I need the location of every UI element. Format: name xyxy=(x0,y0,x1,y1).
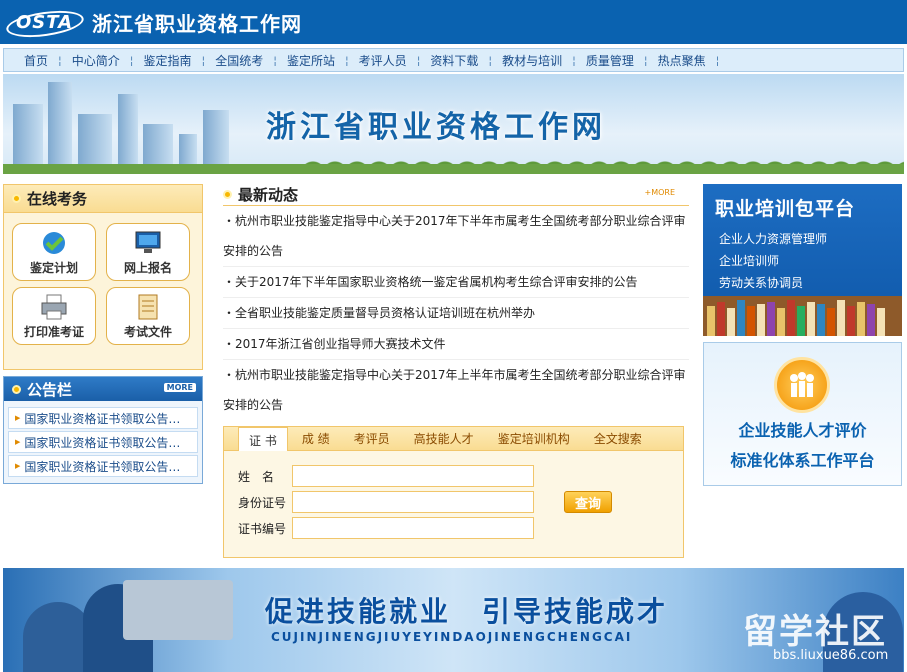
site-title: 浙江省职业资格工作网 xyxy=(92,11,302,36)
tab-high-skill[interactable]: 高技能人才 xyxy=(414,430,474,447)
nav-item[interactable]: 中心简介 xyxy=(72,52,120,69)
notice-more-link[interactable]: MORE xyxy=(163,383,196,392)
news-title: 最新动态 xyxy=(238,186,299,204)
certificate-query-panel: 证 书 成 绩 考评员 高技能人才 鉴定培训机构 全文搜索 姓 名 身份证号 证… xyxy=(223,426,684,558)
notice-item[interactable]: ▶ 国家职业资格证书领取公告… xyxy=(8,407,198,429)
banner-title: 浙江省职业资格工作网 xyxy=(266,110,606,145)
bullet-icon xyxy=(12,384,21,394)
nav-item[interactable]: 质量管理 xyxy=(586,52,634,69)
nav-separator: ¦ xyxy=(488,53,493,67)
service-print-button[interactable]: 打印准考证 xyxy=(12,287,96,345)
training-item[interactable]: 企业人力资源管理师 xyxy=(719,230,827,247)
online-exam-panel: 在线考务 鉴定计划 网上报名 打印准考证 考试文件 xyxy=(3,184,203,370)
certificate-number-input[interactable] xyxy=(292,517,534,539)
news-more-link[interactable]: +MORE xyxy=(644,188,675,197)
platform-line1: 企业技能人才评价 xyxy=(738,421,867,440)
nav-item[interactable]: 鉴定指南 xyxy=(143,52,191,69)
bullet-icon xyxy=(12,194,21,203)
people-icon xyxy=(774,357,830,413)
footer-banner: 促进技能就业 引导技能成才 CUJINJINENGJIUYEYINDAOJINE… xyxy=(3,568,904,672)
tab-fulltext-search[interactable]: 全文搜索 xyxy=(594,430,642,447)
notice-board-panel: 公告栏 MORE ▶ 国家职业资格证书领取公告… ▶ 国家职业资格证书领取公告… ▶… xyxy=(3,376,203,484)
nav-separator: ¦ xyxy=(344,53,349,67)
nav-separator: ¦ xyxy=(715,53,720,67)
arrow-right-icon: ▶ xyxy=(15,438,21,446)
tab-training-org[interactable]: 鉴定培训机构 xyxy=(498,430,570,447)
footer-slogan: 促进技能就业 引导技能成才 xyxy=(265,595,669,628)
document-icon xyxy=(138,294,158,320)
nav-item[interactable]: 鉴定所站 xyxy=(287,52,335,69)
arrow-right-icon: ▶ xyxy=(15,462,21,470)
nav-separator: ¦ xyxy=(58,53,62,67)
platform-line2: 标准化体系工作平台 xyxy=(730,451,875,470)
service-plan-button[interactable]: 鉴定计划 xyxy=(12,223,96,281)
training-package-banner[interactable]: 职业培训包平台 企业人力资源管理师 企业培训师 劳动关系协调员 xyxy=(703,184,902,336)
news-item[interactable]: ・杭州市职业技能鉴定指导中心关于2017年下半年市属考生全国统考部分职业综合评审… xyxy=(223,206,689,267)
watermark-url: bbs.liuxue86.com xyxy=(773,648,889,663)
tab-score[interactable]: 成 绩 xyxy=(302,430,330,447)
logo[interactable]: OSTA 浙江省职业资格工作网 xyxy=(4,6,302,42)
nav-separator: ¦ xyxy=(273,53,277,67)
arrow-right-icon: ▶ xyxy=(15,414,21,422)
training-item[interactable]: 企业培训师 xyxy=(719,252,779,269)
certificate-number-label: 证书编号 xyxy=(238,521,287,536)
site-header: OSTA 浙江省职业资格工作网 xyxy=(0,0,907,44)
news-item[interactable]: ・2017年浙江省创业指导师大赛技术文件 xyxy=(223,329,689,360)
nav-item[interactable]: 资料下载 xyxy=(430,52,478,69)
monitor-icon xyxy=(135,231,161,253)
skill-evaluation-platform-banner[interactable]: 企业技能人才评价 标准化体系工作平台 xyxy=(703,342,902,486)
nav-separator: ¦ xyxy=(572,53,576,67)
notice-item[interactable]: ▶ 国家职业资格证书领取公告… xyxy=(8,455,198,477)
top-banner: 浙江省职业资格工作网 xyxy=(3,74,904,174)
osta-logo-icon: OSTA xyxy=(4,6,86,42)
printer-icon xyxy=(41,294,67,320)
nav-separator: ¦ xyxy=(416,53,421,67)
bullet-icon xyxy=(223,190,232,199)
notice-item[interactable]: ▶ 国家职业资格证书领取公告… xyxy=(8,431,198,453)
training-title: 职业培训包平台 xyxy=(715,198,856,220)
nav-item[interactable]: 首页 xyxy=(24,52,48,69)
query-button[interactable]: 查询 xyxy=(564,491,612,513)
nav-item[interactable]: 热点聚焦 xyxy=(658,52,706,69)
nav-separator: ¦ xyxy=(643,53,648,67)
watermark: 留学社区 xyxy=(743,612,887,652)
nav-separator: ¦ xyxy=(201,53,206,67)
footer-pinyin: CUJINJINENGJIUYEYINDAOJINENGCHENGCAI xyxy=(271,630,633,644)
news-item[interactable]: ・杭州市职业技能鉴定指导中心关于2017年上半年市属考生全国统考部分职业综合评审… xyxy=(223,360,689,420)
id-number-input[interactable] xyxy=(292,491,534,513)
notice-board-title: 公告栏 xyxy=(27,380,73,399)
tab-examiner[interactable]: 考评员 xyxy=(354,430,390,447)
nav-item[interactable]: 全国统考 xyxy=(215,52,263,69)
latest-news-panel: 最新动态 +MORE ・杭州市职业技能鉴定指导中心关于2017年下半年市属考生全… xyxy=(223,184,689,420)
main-nav: 首页 ¦ 中心简介 ¦ 鉴定指南 ¦ 全国统考 ¦ 鉴定所站 ¦ 考评人员 ¦ 资料下载 ¦ 教材与培训 ¦ 质… xyxy=(3,48,904,72)
name-input[interactable] xyxy=(292,465,534,487)
service-signup-button[interactable]: 网上报名 xyxy=(106,223,190,281)
online-exam-title: 在线考务 xyxy=(27,190,88,208)
nav-separator: ¦ xyxy=(129,53,134,67)
news-item[interactable]: ・关于2017年下半年国家职业资格统一鉴定省属机构考生综合评审安排的公告 xyxy=(223,267,689,298)
plan-icon xyxy=(43,232,65,254)
news-item[interactable]: ・全省职业技能鉴定质量督导员资格认证培训班在杭州举办 xyxy=(223,298,689,329)
nav-item[interactable]: 考评人员 xyxy=(359,52,407,69)
name-label: 姓 名 xyxy=(238,469,275,484)
service-docs-button[interactable]: 考试文件 xyxy=(106,287,190,345)
id-number-label: 身份证号 xyxy=(238,495,287,510)
training-item[interactable]: 劳动关系协调员 xyxy=(719,274,803,291)
books-icon xyxy=(703,296,902,336)
nav-item[interactable]: 教材与培训 xyxy=(502,52,562,69)
tab-certificate[interactable]: 证 书 xyxy=(238,426,288,451)
